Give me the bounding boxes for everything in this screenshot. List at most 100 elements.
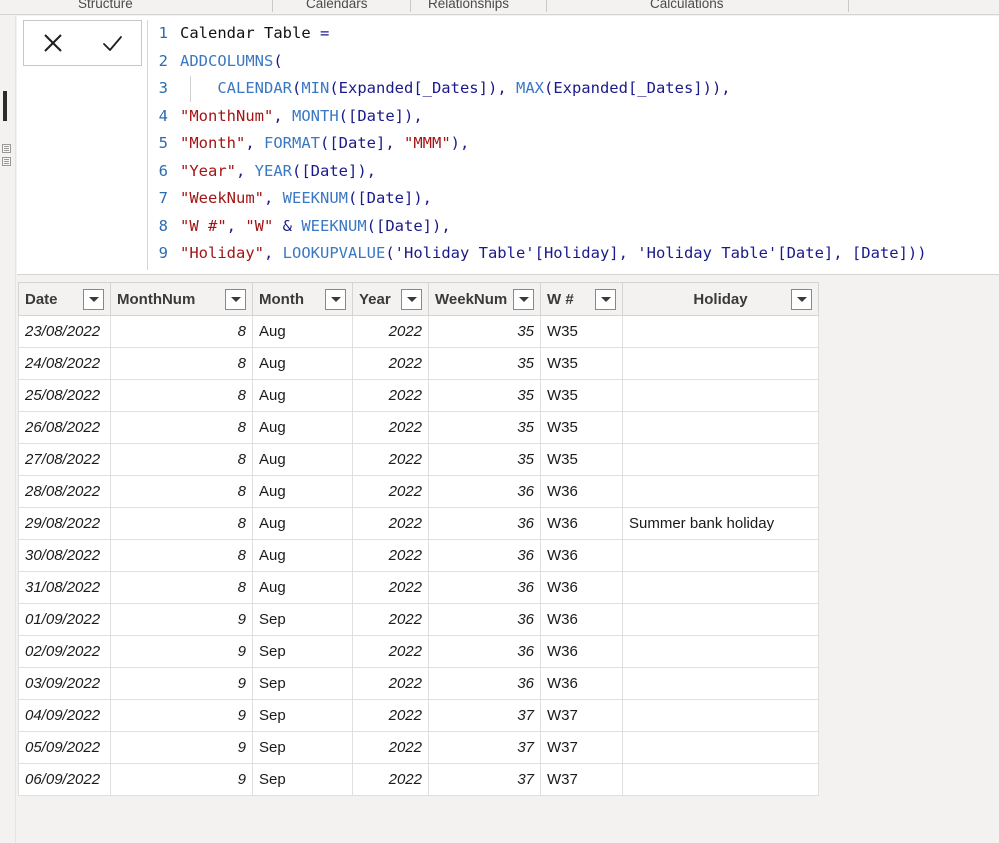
column-header-wnum[interactable]: W #: [540, 282, 623, 316]
cell-month[interactable]: Aug: [252, 379, 353, 412]
cell-year[interactable]: 2022: [352, 603, 429, 636]
cell-year[interactable]: 2022: [352, 731, 429, 764]
cell-mnum[interactable]: 8: [110, 475, 253, 508]
table-row[interactable]: 26/08/2022 8 Aug 2022 35 W35: [18, 411, 819, 444]
cell-holiday[interactable]: [622, 315, 819, 348]
cell-holiday[interactable]: [622, 571, 819, 604]
column-header-year[interactable]: Year: [352, 282, 429, 316]
cell-date[interactable]: 27/08/2022: [18, 443, 111, 476]
cell-month[interactable]: Sep: [252, 699, 353, 732]
cell-wnum[interactable]: W35: [540, 315, 623, 348]
cell-week[interactable]: 36: [428, 603, 541, 636]
cell-week[interactable]: 35: [428, 347, 541, 380]
cell-wnum[interactable]: W36: [540, 475, 623, 508]
cell-holiday[interactable]: [622, 443, 819, 476]
ribbon-group-calculations[interactable]: Calculations: [650, 0, 724, 11]
commit-formula-button[interactable]: [89, 23, 135, 63]
cell-holiday[interactable]: [622, 635, 819, 668]
cell-year[interactable]: 2022: [352, 699, 429, 732]
cell-month[interactable]: Aug: [252, 411, 353, 444]
cell-week[interactable]: 35: [428, 443, 541, 476]
column-header-month[interactable]: Month: [252, 282, 353, 316]
cell-holiday[interactable]: [622, 475, 819, 508]
column-header-week[interactable]: WeekNum: [428, 282, 541, 316]
cell-date[interactable]: 31/08/2022: [18, 571, 111, 604]
cell-month[interactable]: Aug: [252, 315, 353, 348]
cell-mnum[interactable]: 9: [110, 731, 253, 764]
dax-formula-input[interactable]: 1 Calendar Table = 2 ADDCOLUMNS(3 CALENDAR(…: [147, 20, 995, 270]
cell-year[interactable]: 2022: [352, 443, 429, 476]
cell-wnum[interactable]: W35: [540, 347, 623, 380]
cell-mnum[interactable]: 8: [110, 443, 253, 476]
cell-holiday[interactable]: Summer bank holiday: [622, 507, 819, 540]
cell-year[interactable]: 2022: [352, 635, 429, 668]
cell-wnum[interactable]: W37: [540, 763, 623, 796]
cell-year[interactable]: 2022: [352, 667, 429, 700]
filter-dropdown-button-wnum[interactable]: [595, 288, 616, 310]
table-row[interactable]: 06/09/2022 9 Sep 2022 37 W37: [18, 763, 819, 796]
cell-date[interactable]: 29/08/2022: [18, 507, 111, 540]
cell-date[interactable]: 05/09/2022: [18, 731, 111, 764]
cell-month[interactable]: Sep: [252, 635, 353, 668]
cell-wnum[interactable]: W35: [540, 379, 623, 412]
table-row[interactable]: 27/08/2022 8 Aug 2022 35 W35: [18, 443, 819, 476]
table-view-icon[interactable]: [2, 144, 11, 153]
cell-wnum[interactable]: W37: [540, 731, 623, 764]
cell-wnum[interactable]: W36: [540, 635, 623, 668]
cell-year[interactable]: 2022: [352, 347, 429, 380]
filter-dropdown-button-mnum[interactable]: [225, 288, 246, 310]
filter-dropdown-button-date[interactable]: [83, 288, 104, 310]
cell-month[interactable]: Aug: [252, 443, 353, 476]
filter-dropdown-button-holiday[interactable]: [791, 288, 812, 310]
cell-year[interactable]: 2022: [352, 507, 429, 540]
cell-mnum[interactable]: 9: [110, 603, 253, 636]
cell-week[interactable]: 35: [428, 315, 541, 348]
cell-week[interactable]: 35: [428, 411, 541, 444]
cell-year[interactable]: 2022: [352, 475, 429, 508]
cell-mnum[interactable]: 8: [110, 507, 253, 540]
column-header-mnum[interactable]: MonthNum: [110, 282, 253, 316]
formula-line-4[interactable]: 4 "MonthNum", MONTH([Date]),: [148, 103, 995, 131]
cell-year[interactable]: 2022: [352, 315, 429, 348]
cell-month[interactable]: Sep: [252, 667, 353, 700]
table-row[interactable]: 03/09/2022 9 Sep 2022 36 W36: [18, 667, 819, 700]
formula-line-3[interactable]: 3 CALENDAR(MIN(Expanded[_Dates]), MAX(Ex…: [148, 75, 995, 103]
formula-line-2[interactable]: 2 ADDCOLUMNS(: [148, 48, 995, 76]
cell-week[interactable]: 36: [428, 635, 541, 668]
cell-holiday[interactable]: [622, 347, 819, 380]
cell-wnum[interactable]: W36: [540, 571, 623, 604]
cell-year[interactable]: 2022: [352, 411, 429, 444]
cell-mnum[interactable]: 9: [110, 635, 253, 668]
cell-wnum[interactable]: W36: [540, 507, 623, 540]
cell-date[interactable]: 03/09/2022: [18, 667, 111, 700]
table-row[interactable]: 04/09/2022 9 Sep 2022 37 W37: [18, 699, 819, 732]
ribbon-group-calendars[interactable]: Calendars: [306, 0, 368, 11]
cell-month[interactable]: Sep: [252, 731, 353, 764]
cell-wnum[interactable]: W36: [540, 539, 623, 572]
filter-dropdown-button-week[interactable]: [513, 288, 534, 310]
left-navigation-rail[interactable]: [0, 16, 16, 843]
formula-line-8[interactable]: 8 "W #", "W" & WEEKNUM([Date]),: [148, 213, 995, 241]
cell-mnum[interactable]: 8: [110, 315, 253, 348]
cell-date[interactable]: 06/09/2022: [18, 763, 111, 796]
cell-wnum[interactable]: W37: [540, 699, 623, 732]
cell-month[interactable]: Aug: [252, 539, 353, 572]
cell-month[interactable]: Aug: [252, 347, 353, 380]
cell-date[interactable]: 01/09/2022: [18, 603, 111, 636]
cell-holiday[interactable]: [622, 379, 819, 412]
cell-week[interactable]: 35: [428, 379, 541, 412]
cell-wnum[interactable]: W36: [540, 603, 623, 636]
table-row[interactable]: 24/08/2022 8 Aug 2022 35 W35: [18, 347, 819, 380]
table-row[interactable]: 29/08/2022 8 Aug 2022 36 W36 Summer bank holid…: [18, 507, 819, 540]
cell-holiday[interactable]: [622, 539, 819, 572]
cell-date[interactable]: 23/08/2022: [18, 315, 111, 348]
cell-wnum[interactable]: W35: [540, 411, 623, 444]
filter-dropdown-button-year[interactable]: [401, 288, 422, 310]
cell-mnum[interactable]: 9: [110, 699, 253, 732]
cell-week[interactable]: 36: [428, 539, 541, 572]
formula-line-5[interactable]: 5 "Month", FORMAT([Date], "MMM"),: [148, 130, 995, 158]
cell-holiday[interactable]: [622, 411, 819, 444]
table-row[interactable]: 23/08/2022 8 Aug 2022 35 W35: [18, 315, 819, 348]
column-header-date[interactable]: Date: [18, 282, 111, 316]
cell-date[interactable]: 25/08/2022: [18, 379, 111, 412]
